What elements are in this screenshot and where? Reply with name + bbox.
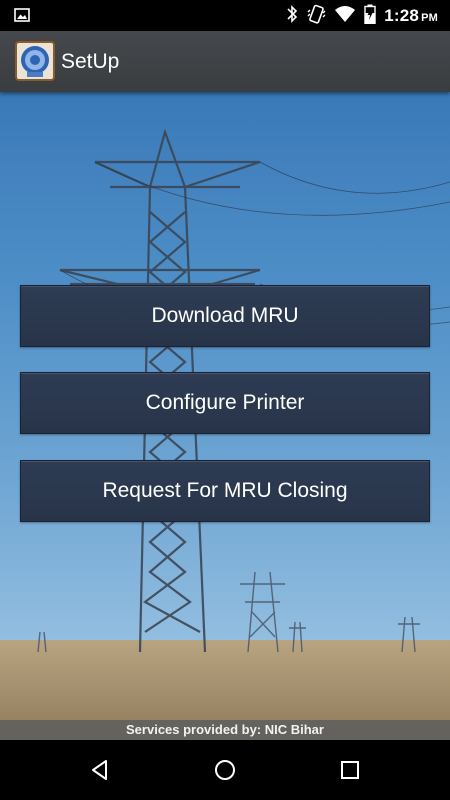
configure-printer-label: Configure Printer <box>145 391 305 414</box>
battery-charging-icon <box>364 4 376 29</box>
configure-printer-button[interactable]: Configure Printer <box>20 372 430 434</box>
wifi-icon <box>334 5 356 28</box>
image-notification-icon <box>14 8 30 27</box>
vibrate-icon <box>306 4 326 29</box>
recents-icon[interactable] <box>335 755 365 785</box>
status-bar: 1:28 PM <box>0 0 450 31</box>
navigation-bar <box>0 740 450 800</box>
footer-credit: Services provided by: NIC Bihar <box>0 720 450 740</box>
download-mru-button[interactable]: Download MRU <box>20 285 430 347</box>
status-time-value: 1:28 <box>384 6 420 25</box>
request-mru-closing-button[interactable]: Request For MRU Closing <box>20 460 430 522</box>
download-mru-label: Download MRU <box>151 304 299 327</box>
status-time: 1:28 PM <box>384 6 438 26</box>
request-mru-closing-label: Request For MRU Closing <box>102 479 348 502</box>
back-icon[interactable] <box>85 755 115 785</box>
home-icon[interactable] <box>210 755 240 785</box>
app-logo-icon <box>15 41 55 81</box>
app-title: SetUp <box>61 50 120 73</box>
app-bar: SetUp <box>0 31 450 92</box>
bluetooth-icon <box>286 4 298 29</box>
status-time-ampm: PM <box>421 12 438 24</box>
